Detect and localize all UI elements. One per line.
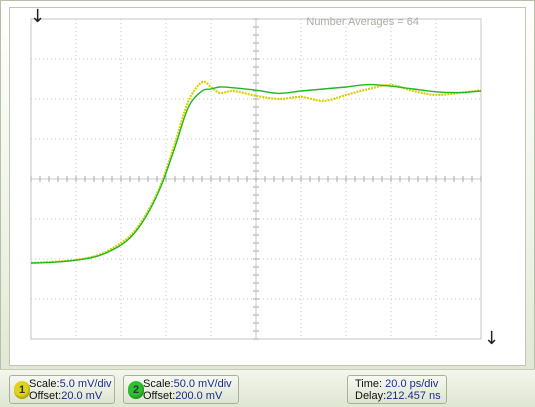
channel1-badge-icon[interactable]: 1	[14, 381, 30, 399]
oscilloscope-display[interactable]: Number Averages = 64 ↓ ↓	[9, 7, 526, 366]
channel1-scale-value: 5.0 mV/div	[59, 378, 112, 390]
channel2-scale-label: Scale:	[143, 378, 174, 390]
channel2-scale-value: 50.0 mV/div	[173, 378, 232, 390]
channel1-scale-label: Scale:	[29, 378, 60, 390]
waveform-plot	[30, 18, 482, 340]
channel1-offset-label: Offset:	[29, 390, 62, 402]
channel2-settings[interactable]: 2 Scale:50.0 mV/div Offset:200.0 mV	[123, 375, 239, 404]
channel2-badge-icon[interactable]: 2	[128, 381, 144, 399]
trigger-marker-icon[interactable]: ↓	[30, 8, 45, 26]
time-label: Time:	[355, 378, 383, 390]
graticule-grid	[30, 18, 482, 340]
timebase-settings[interactable]: Time: 20.0 ps/div Delay:212.457 ns	[347, 375, 447, 404]
delay-label: Delay:	[355, 390, 387, 402]
ground-marker-icon[interactable]: ↓	[484, 330, 499, 348]
channel2-offset-value: 200.0 mV	[175, 390, 223, 402]
number-averages-text: Number Averages = 64	[306, 16, 419, 28]
status-bar: 1 Scale:5.0 mV/div Offset:20.0 mV 2 Scal…	[0, 369, 535, 407]
time-value: 20.0 ps/div	[385, 378, 439, 390]
delay-value: 212.457 ns	[386, 390, 441, 402]
channel2-offset-label: Offset:	[143, 390, 176, 402]
channel1-settings[interactable]: 1 Scale:5.0 mV/div Offset:20.0 mV	[9, 375, 115, 404]
channel1-offset-value: 20.0 mV	[61, 390, 103, 402]
